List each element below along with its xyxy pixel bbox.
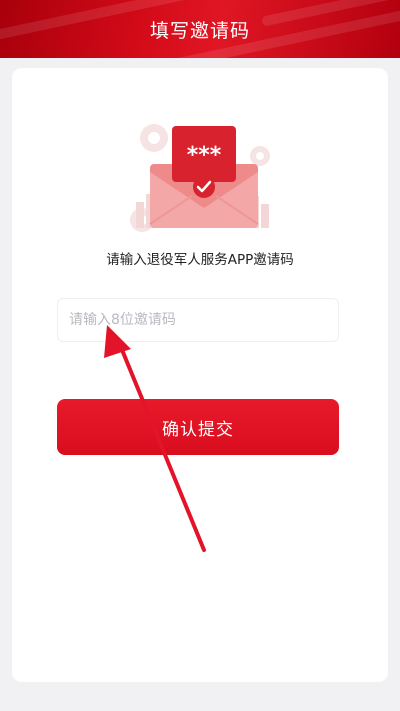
submit-button[interactable]: 确认提交 (57, 399, 339, 455)
invite-prompt: 请输入退役军人服务APP邀请码 (106, 252, 294, 268)
invite-code-input[interactable] (58, 299, 338, 341)
check-badge-icon (193, 176, 215, 198)
code-stars: *** (187, 143, 222, 168)
header-bar: 填写邀请码 (0, 0, 400, 58)
page-title: 填写邀请码 (149, 20, 250, 42)
envelope-illustration: *** (130, 124, 270, 232)
invite-code-field[interactable] (57, 298, 339, 342)
